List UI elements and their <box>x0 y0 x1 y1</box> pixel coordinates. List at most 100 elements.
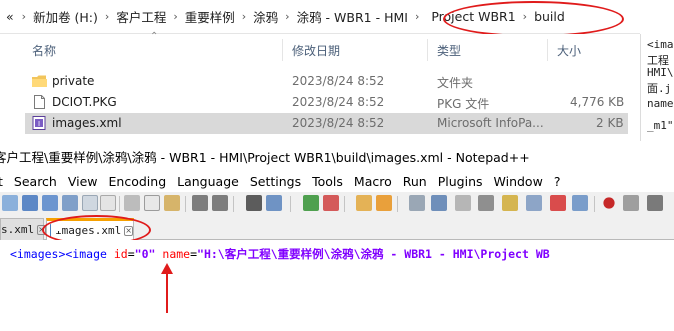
record-macro-icon[interactable] <box>603 197 615 209</box>
file-row-dciot[interactable]: DCIOT.PKG 2023/8/24 8:52 PKG 文件 4,776 KB <box>25 92 628 113</box>
menu-window[interactable]: Window <box>494 174 543 189</box>
show-all-chars-icon[interactable] <box>431 195 447 211</box>
menu-edit[interactable]: t <box>0 174 3 189</box>
copy-icon[interactable] <box>144 195 160 211</box>
svg-text:I: I <box>38 120 40 128</box>
file-row-images-xml[interactable]: I images.xml 2023/8/24 8:52 Microsoft In… <box>25 113 628 134</box>
column-divider[interactable] <box>282 39 283 61</box>
menu-help[interactable]: ? <box>554 174 561 189</box>
file-type: Microsoft InfoPa... <box>437 116 544 130</box>
xml-attribute-id: id <box>113 247 128 261</box>
stop-macro-icon[interactable] <box>623 195 639 211</box>
file-size: 4,776 KB <box>570 95 625 109</box>
word-wrap-icon[interactable] <box>409 195 425 211</box>
file-name: DCIOT.PKG <box>52 95 117 109</box>
preview-line: <ima <box>647 38 674 51</box>
menu-run[interactable]: Run <box>403 174 427 189</box>
doc-list-icon[interactable] <box>572 195 588 211</box>
toolbar <box>0 192 674 216</box>
column-divider[interactable] <box>547 39 548 61</box>
undo-icon[interactable] <box>192 195 208 211</box>
breadcrumb-graffiti[interactable]: 涂鸦 <box>253 7 278 26</box>
column-header-name[interactable]: 名称 <box>32 42 56 59</box>
paste-icon[interactable] <box>164 195 180 211</box>
tab-other-xml[interactable]: s.xml × <box>0 218 46 240</box>
menu-settings[interactable]: Settings <box>250 174 301 189</box>
file-modified: 2023/8/24 8:52 <box>292 74 385 88</box>
sync-horizontal-icon[interactable] <box>376 195 392 211</box>
menu-language[interactable]: Language <box>177 174 239 189</box>
notepad-plus-plus-window: 客户工程\重要样例\涂鸦\涂鸦 - WBR1 - HMI\Project WBR… <box>0 141 674 331</box>
menu-view[interactable]: View <box>68 174 98 189</box>
menu-bar: t Search View Encoding Language Settings… <box>0 171 674 192</box>
chevron-right-icon: › <box>414 10 420 23</box>
file-modified: 2023/8/24 8:52 <box>292 116 385 130</box>
toolbar-separator <box>344 196 345 212</box>
column-header-type[interactable]: 类型 <box>437 42 461 59</box>
replace-icon[interactable] <box>266 195 282 211</box>
cut-icon[interactable] <box>124 195 140 211</box>
chevron-right-icon: › <box>104 10 110 23</box>
breadcrumb-overflow[interactable]: « <box>6 9 14 24</box>
annotation-circle <box>443 1 624 37</box>
print-icon[interactable] <box>100 195 116 211</box>
column-header-modified[interactable]: 修改日期 <box>292 42 340 59</box>
equals-sign: = <box>127 247 135 261</box>
menu-plugins[interactable]: Plugins <box>438 174 483 189</box>
column-divider[interactable] <box>427 39 428 61</box>
annotation-arrow-icon <box>161 263 173 313</box>
save-icon[interactable] <box>22 195 38 211</box>
zoom-in-icon[interactable] <box>303 195 319 211</box>
indent-guide-icon[interactable] <box>455 195 471 211</box>
zoom-out-icon[interactable] <box>323 195 339 211</box>
save-all-icon[interactable] <box>42 195 58 211</box>
column-header-size[interactable]: 大小 <box>557 42 581 59</box>
preview-line: name <box>647 97 674 110</box>
xml-file-icon: I <box>32 116 46 130</box>
close-all-icon[interactable] <box>82 195 98 211</box>
file-name: private <box>52 74 95 88</box>
file-size: 2 KB <box>596 116 624 130</box>
preview-pane: <ima 工程 HMI\ 面.j name _m1" <box>640 34 674 141</box>
chevron-right-icon: › <box>21 10 27 23</box>
chevron-right-icon: › <box>241 10 247 23</box>
preview-line: _m1" <box>647 119 674 132</box>
breadcrumb-drive[interactable]: 新加卷 (H:) <box>33 7 98 26</box>
menu-tools[interactable]: Tools <box>312 174 343 189</box>
play-macro-icon[interactable] <box>647 195 663 211</box>
editor-area[interactable]: <images><image id="0" name="H:\客户工程\重要样例… <box>0 240 674 331</box>
breadcrumb-graffiti-hmi[interactable]: 涂鸦 - WBR1 - HMI <box>297 7 408 26</box>
file-name: images.xml <box>52 116 122 130</box>
toolbar-separator <box>594 196 595 212</box>
file-icon <box>34 95 45 109</box>
folder-icon <box>32 75 47 87</box>
window-title: 客户工程\重要样例\涂鸦\涂鸦 - WBR1 - HMI\Project WBR… <box>0 149 530 165</box>
equals-sign: = <box>190 247 198 261</box>
file-list: ⌃ 名称 修改日期 类型 大小 private 2023/8/24 8:52 文… <box>0 31 640 141</box>
breadcrumb-samples[interactable]: 重要样例 <box>185 7 235 26</box>
xml-value-name: "H:\客户工程\重要样例\涂鸦\涂鸦 - WBR1 - HMI\Project… <box>197 247 550 261</box>
document-map-icon[interactable] <box>502 195 518 211</box>
file-row-private[interactable]: private 2023/8/24 8:52 文件夹 <box>25 71 628 92</box>
monitoring-icon[interactable] <box>550 195 566 211</box>
function-list-icon[interactable] <box>478 195 494 211</box>
file-type: 文件夹 <box>437 76 474 90</box>
sort-up-icon[interactable]: ⌃ <box>150 31 158 42</box>
menu-search[interactable]: Search <box>14 174 57 189</box>
menu-encoding[interactable]: Encoding <box>109 174 167 189</box>
title-bar[interactable]: 客户工程\重要样例\涂鸦\涂鸦 - WBR1 - HMI\Project WBR… <box>0 141 674 171</box>
xml-value-id: "0" <box>134 247 156 261</box>
folder-workspace-icon[interactable] <box>526 195 542 211</box>
toolbar-separator <box>233 196 234 212</box>
menu-macro[interactable]: Macro <box>354 174 392 189</box>
close-file-icon[interactable] <box>62 195 78 211</box>
toolbar-separator <box>290 196 291 212</box>
breadcrumb-customer-projects[interactable]: 客户工程 <box>116 7 166 26</box>
chevron-right-icon: › <box>173 10 178 23</box>
redo-icon[interactable] <box>212 195 228 211</box>
code-line[interactable]: <images><image id="0" name="H:\客户工程\重要样例… <box>10 246 550 262</box>
find-icon[interactable] <box>246 195 262 211</box>
new-file-icon[interactable] <box>2 195 18 211</box>
toolbar-separator <box>185 196 186 212</box>
sync-vertical-icon[interactable] <box>356 195 372 211</box>
